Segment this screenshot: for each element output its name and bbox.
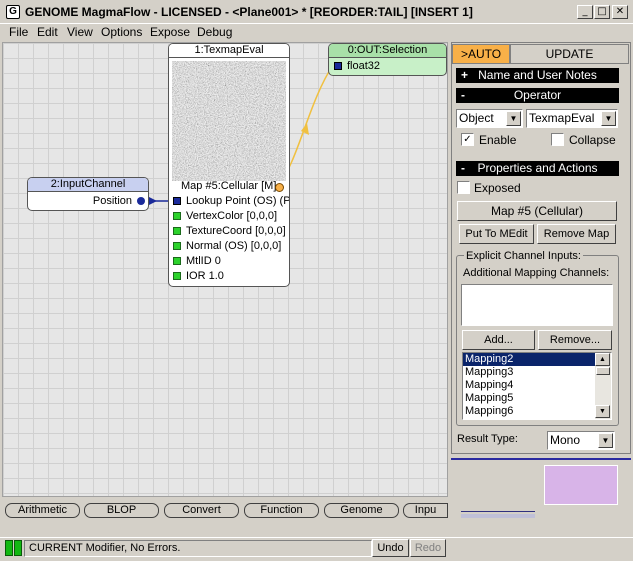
list-item[interactable]: Mapping2: [463, 353, 611, 366]
divider: [451, 458, 631, 460]
result-type-combo[interactable]: Mono ▼: [547, 431, 615, 450]
enable-label: Enable: [479, 133, 517, 147]
additional-channels-box[interactable]: [461, 284, 613, 326]
window-title: GENOME MagmaFlow - LICENSED - <Plane001>…: [25, 5, 473, 19]
map-button[interactable]: Map #5 (Cellular): [457, 201, 617, 221]
enable-checkbox[interactable]: ✓: [461, 133, 474, 146]
texture-preview: [172, 61, 286, 181]
exposed-label: Exposed: [474, 181, 521, 195]
input-vertex-color: VertexColor [0,0,0]: [186, 210, 278, 222]
object-combo-value: Object: [459, 111, 494, 125]
maximize-button[interactable]: □: [594, 5, 610, 19]
node-canvas[interactable]: 1:TexmapEval Map #5:Cellular [M] Lookup …: [2, 42, 448, 497]
minimize-button[interactable]: _: [577, 5, 593, 19]
node-title[interactable]: 1:TexmapEval: [169, 44, 289, 58]
category-input[interactable]: Inpu: [403, 503, 448, 518]
redo-button[interactable]: Redo: [410, 539, 446, 557]
rollout-name-notes[interactable]: + Name and User Notes: [456, 68, 619, 83]
menu-expose[interactable]: Expose: [150, 25, 190, 39]
list-item[interactable]: Mapping3: [463, 366, 611, 379]
output-input-label: float32: [347, 60, 381, 72]
output-selection-node[interactable]: 0:OUT:Selection float32: [328, 43, 447, 76]
menu-file[interactable]: File: [9, 25, 28, 39]
collapse-label: Collapse: [569, 133, 616, 147]
input-texture-coord: TextureCoord [0,0,0]: [186, 225, 286, 237]
list-item[interactable]: Mapping6: [463, 405, 611, 418]
wire-arrow: [149, 197, 157, 205]
list-item[interactable]: Mapping5: [463, 392, 611, 405]
normal-socket[interactable]: [173, 242, 181, 250]
scroll-down-icon[interactable]: ▼: [595, 405, 610, 418]
category-genome[interactable]: Genome: [324, 503, 399, 518]
category-function[interactable]: Function: [244, 503, 319, 518]
input-ior: IOR 1.0: [186, 270, 224, 282]
add-button[interactable]: Add...: [462, 330, 535, 350]
category-convert[interactable]: Convert: [164, 503, 239, 518]
output-input-socket[interactable]: [334, 62, 342, 70]
texmap-eval-node[interactable]: 1:TexmapEval Map #5:Cellular [M] Lookup …: [168, 43, 290, 287]
menu-debug[interactable]: Debug: [197, 25, 232, 39]
list-item[interactable]: Mapping4: [463, 379, 611, 392]
remove-map-button[interactable]: Remove Map: [537, 224, 616, 244]
input-mtlid: MtlID 0: [186, 255, 221, 267]
input-normal: Normal (OS) [0,0,0]: [186, 240, 282, 252]
menu-view[interactable]: View: [67, 25, 93, 39]
ior-socket[interactable]: [173, 272, 181, 280]
node-title[interactable]: 2:InputChannel: [28, 178, 148, 192]
rollout-properties[interactable]: - Properties and Actions: [456, 161, 619, 176]
texture-coord-socket[interactable]: [173, 227, 181, 235]
scroll-thumb[interactable]: [596, 367, 610, 375]
node-title[interactable]: 0:OUT:Selection: [329, 44, 446, 58]
result-type-value: Mono: [550, 433, 581, 447]
status-indicator: [14, 540, 22, 556]
operator-combo[interactable]: TexmapEval ▼: [526, 109, 618, 128]
menu-bar: [0, 24, 633, 42]
operator-combo-value: TexmapEval: [529, 111, 595, 125]
vertex-color-socket[interactable]: [173, 212, 181, 220]
map-output-label: Map #5:Cellular [M]: [181, 180, 277, 192]
undo-button[interactable]: Undo: [372, 539, 409, 557]
rollout-operator[interactable]: - Operator: [456, 88, 619, 103]
status-indicator: [5, 540, 13, 556]
output-position-label: Position: [92, 195, 132, 207]
scroll-up-icon[interactable]: ▲: [595, 353, 610, 366]
result-type-label: Result Type:: [457, 433, 518, 445]
app-logo-icon[interactable]: G: [6, 5, 20, 19]
dropdown-arrow-icon[interactable]: ▼: [601, 111, 616, 126]
input-lookup-point: Lookup Point (OS) (P: [186, 195, 290, 207]
category-blop[interactable]: BLOP: [84, 503, 159, 518]
preview-bar: [461, 514, 535, 518]
category-arithmetic[interactable]: Arithmetic: [5, 503, 80, 518]
position-output-socket[interactable]: [137, 197, 145, 205]
close-button[interactable]: ✕: [612, 5, 628, 19]
additional-channels-label: Additional Mapping Channels:: [463, 267, 610, 279]
rollout-label: Properties and Actions: [477, 161, 598, 175]
dropdown-arrow-icon[interactable]: ▼: [598, 433, 613, 448]
input-channel-node[interactable]: 2:InputChannel Position: [27, 177, 149, 211]
menu-options[interactable]: Options: [101, 25, 142, 39]
status-message: CURRENT Modifier, No Errors.: [24, 540, 372, 557]
collapse-checkbox[interactable]: [551, 133, 564, 146]
menu-edit[interactable]: Edit: [37, 25, 58, 39]
exposed-checkbox[interactable]: [457, 181, 470, 194]
object-combo[interactable]: Object ▼: [456, 109, 523, 128]
dropdown-arrow-icon[interactable]: ▼: [506, 111, 521, 126]
mtlid-socket[interactable]: [173, 257, 181, 265]
preview-line: [461, 511, 535, 512]
remove-button[interactable]: Remove...: [538, 330, 612, 350]
mapping-list[interactable]: Mapping2 Mapping3 Mapping4 Mapping5 Mapp…: [462, 352, 612, 420]
tab-auto[interactable]: >AUTO: [452, 44, 510, 64]
put-to-medit-button[interactable]: Put To MEdit: [459, 224, 534, 244]
map-output-socket[interactable]: [275, 183, 284, 192]
rollout-label: Name and User Notes: [478, 68, 597, 82]
color-swatch[interactable]: [544, 465, 618, 505]
lookup-point-socket[interactable]: [173, 197, 181, 205]
explicit-group-label: Explicit Channel Inputs:: [464, 250, 583, 262]
rollout-label: Operator: [513, 88, 562, 102]
tab-update[interactable]: UPDATE: [510, 44, 629, 64]
